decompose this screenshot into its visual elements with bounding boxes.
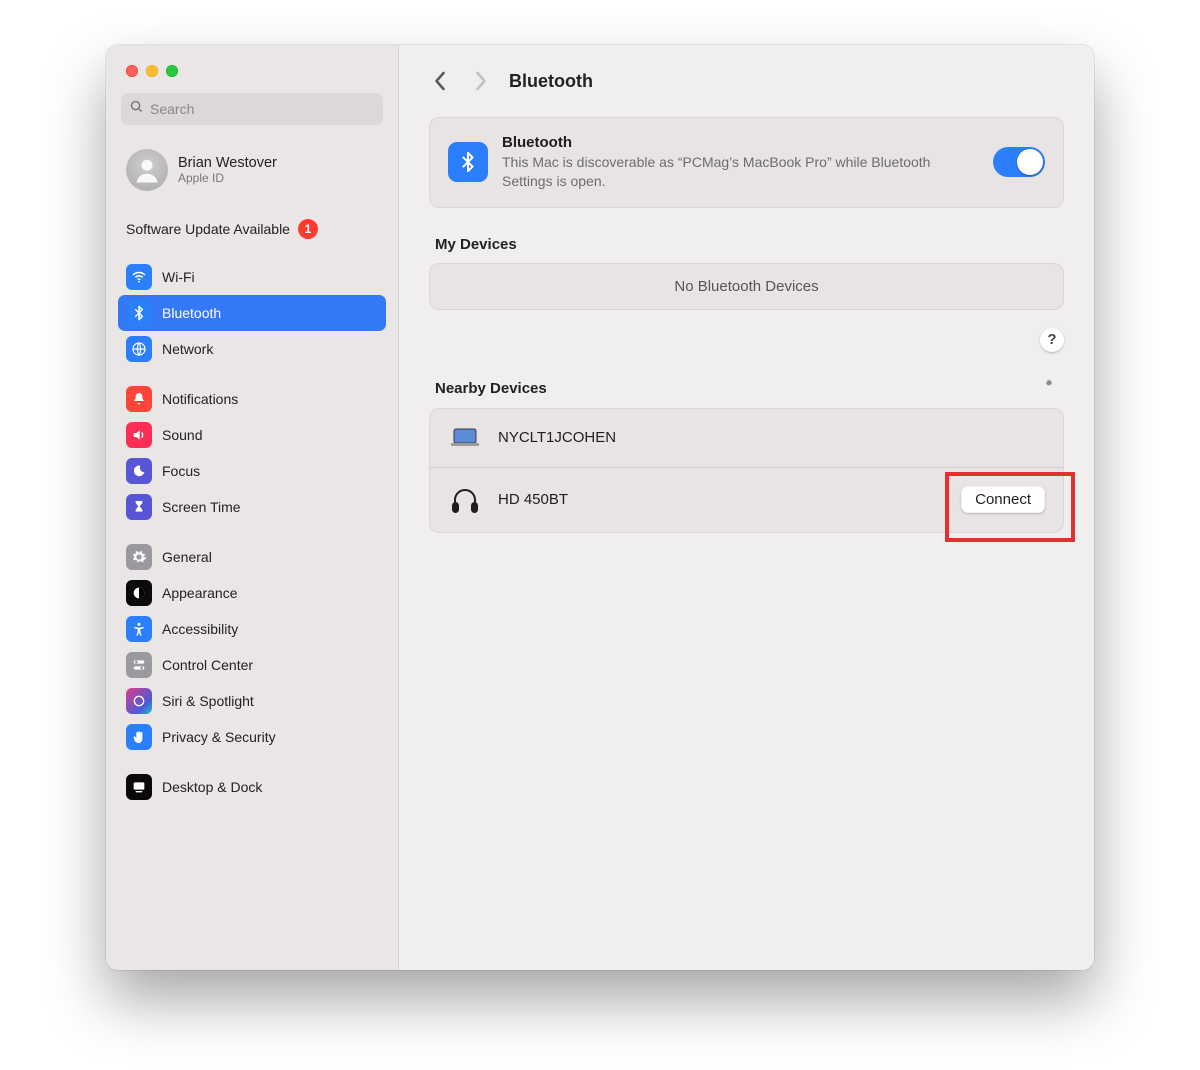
avatar [126, 149, 168, 191]
my-devices-empty: No Bluetooth Devices [429, 263, 1064, 310]
help-button[interactable]: ? [1040, 328, 1064, 352]
sound-icon [126, 422, 152, 448]
main-pane: Bluetooth Bluetooth This Mac is discover… [399, 45, 1094, 970]
zoom-window-button[interactable] [166, 65, 178, 77]
sidebar-item-label: Network [162, 341, 213, 357]
search-field[interactable] [121, 93, 383, 125]
bell-icon [126, 386, 152, 412]
bluetooth-toggle[interactable] [993, 147, 1045, 177]
sidebar-item-network[interactable]: Network [118, 331, 386, 367]
nav-group: Notifications Sound Focus Screen Time [118, 381, 386, 525]
sidebar: Brian Westover Apple ID Software Update … [106, 45, 399, 970]
sidebar-item-control-center[interactable]: Control Center [118, 647, 386, 683]
dock-icon [126, 774, 152, 800]
sidebar-item-label: Notifications [162, 391, 238, 407]
nav-group: General Appearance Accessibility Control… [118, 539, 386, 755]
search-input[interactable] [150, 101, 375, 117]
bluetooth-icon [126, 300, 152, 326]
device-row[interactable]: HD 450BT Connect [430, 467, 1063, 532]
sidebar-item-screen-time[interactable]: Screen Time [118, 489, 386, 525]
sidebar-item-accessibility[interactable]: Accessibility [118, 611, 386, 647]
device-name: HD 450BT [498, 491, 945, 508]
sidebar-item-label: Accessibility [162, 621, 238, 637]
account-sub: Apple ID [178, 171, 277, 185]
headphones-icon [448, 486, 482, 514]
minimize-window-button[interactable] [146, 65, 158, 77]
nearby-devices-list: NYCLT1JCOHEN HD 450BT Connect [429, 408, 1064, 533]
bluetooth-icon [448, 142, 488, 182]
focus-icon [126, 458, 152, 484]
sidebar-item-label: Wi-Fi [162, 269, 195, 285]
sidebar-item-label: Focus [162, 463, 200, 479]
topbar: Bluetooth [429, 61, 1064, 101]
sidebar-item-focus[interactable]: Focus [118, 453, 386, 489]
update-badge: 1 [298, 219, 318, 239]
laptop-icon [448, 427, 482, 449]
sidebar-item-desktop-dock[interactable]: Desktop & Dock [118, 769, 386, 805]
connect-button[interactable]: Connect [961, 486, 1045, 513]
toggle-knob [1017, 149, 1043, 175]
device-row[interactable]: NYCLT1JCOHEN [430, 409, 1063, 467]
status-desc: This Mac is discoverable as “PCMag’s Mac… [502, 153, 979, 191]
page-title: Bluetooth [509, 71, 593, 92]
nav-group: Wi-Fi Bluetooth Network [118, 259, 386, 367]
hand-icon [126, 724, 152, 750]
siri-icon [126, 688, 152, 714]
sidebar-item-label: Privacy & Security [162, 729, 276, 745]
bluetooth-status-card: Bluetooth This Mac is discoverable as “P… [429, 117, 1064, 208]
account-row[interactable]: Brian Westover Apple ID [118, 143, 386, 205]
nearby-heading: Nearby Devices [435, 380, 547, 397]
sidebar-item-notifications[interactable]: Notifications [118, 381, 386, 417]
my-devices-heading: My Devices [435, 236, 1064, 253]
sidebar-item-label: Bluetooth [162, 305, 221, 321]
wifi-icon [126, 264, 152, 290]
sidebar-item-label: Screen Time [162, 499, 241, 515]
sidebar-item-label: Control Center [162, 657, 253, 673]
sidebar-item-label: General [162, 549, 212, 565]
hourglass-icon [126, 494, 152, 520]
update-label: Software Update Available [126, 221, 290, 237]
status-title: Bluetooth [502, 134, 979, 151]
window-controls [118, 63, 386, 93]
sidebar-item-general[interactable]: General [118, 539, 386, 575]
accessibility-icon [126, 616, 152, 642]
sidebar-item-label: Siri & Spotlight [162, 693, 254, 709]
sidebar-item-sound[interactable]: Sound [118, 417, 386, 453]
sidebar-item-label: Desktop & Dock [162, 779, 262, 795]
settings-window: Brian Westover Apple ID Software Update … [106, 45, 1094, 970]
search-icon [129, 99, 144, 119]
device-name: NYCLT1JCOHEN [498, 429, 1045, 446]
gear-icon [126, 544, 152, 570]
back-button[interactable] [429, 67, 451, 95]
software-update-row[interactable]: Software Update Available 1 [118, 205, 386, 253]
sidebar-item-label: Sound [162, 427, 202, 443]
network-icon [126, 336, 152, 362]
sidebar-item-label: Appearance [162, 585, 238, 601]
appearance-icon [126, 580, 152, 606]
sidebar-item-privacy[interactable]: Privacy & Security [118, 719, 386, 755]
sidebar-item-bluetooth[interactable]: Bluetooth [118, 295, 386, 331]
account-name: Brian Westover [178, 155, 277, 171]
sidebar-item-siri[interactable]: Siri & Spotlight [118, 683, 386, 719]
close-window-button[interactable] [126, 65, 138, 77]
toggles-icon [126, 652, 152, 678]
forward-button[interactable] [469, 67, 491, 95]
nav-group: Desktop & Dock [118, 769, 386, 805]
spinner-icon [1040, 380, 1058, 398]
sidebar-item-appearance[interactable]: Appearance [118, 575, 386, 611]
sidebar-item-wifi[interactable]: Wi-Fi [118, 259, 386, 295]
